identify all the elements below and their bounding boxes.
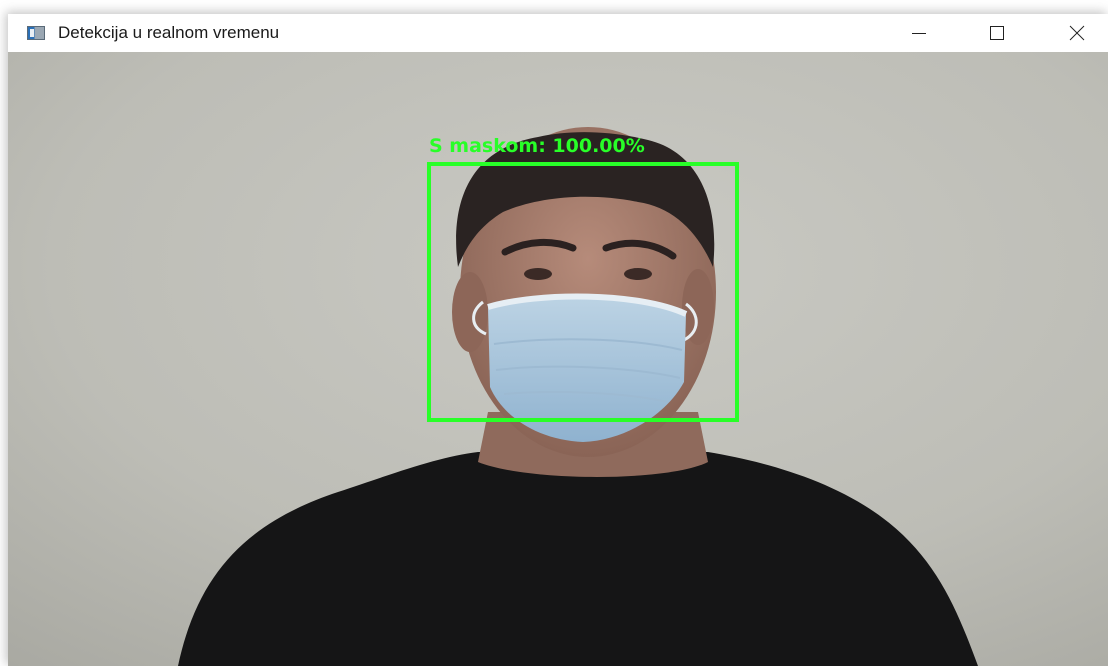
right-eye xyxy=(624,268,652,280)
app-window-icon xyxy=(27,26,45,40)
maximize-button[interactable] xyxy=(974,14,1020,52)
left-ear xyxy=(452,272,488,352)
camera-feed: S maskom: 100.00% xyxy=(8,52,1108,666)
close-button[interactable] xyxy=(1054,14,1100,52)
minimize-icon xyxy=(912,33,926,34)
title-bar[interactable]: Detekcija u realnom vremenu xyxy=(8,14,1108,52)
minimize-button[interactable] xyxy=(896,14,942,52)
maximize-icon xyxy=(990,26,1004,40)
app-window: Detekcija u realnom vremenu S maskom: 10… xyxy=(8,14,1108,666)
detection-label: S maskom: 100.00% xyxy=(429,135,645,157)
window-title: Detekcija u realnom vremenu xyxy=(58,23,280,42)
camera-frame: S maskom: 100.00% xyxy=(8,52,1108,666)
close-icon xyxy=(1069,25,1085,41)
left-eye xyxy=(524,268,552,280)
right-ear xyxy=(682,269,714,345)
